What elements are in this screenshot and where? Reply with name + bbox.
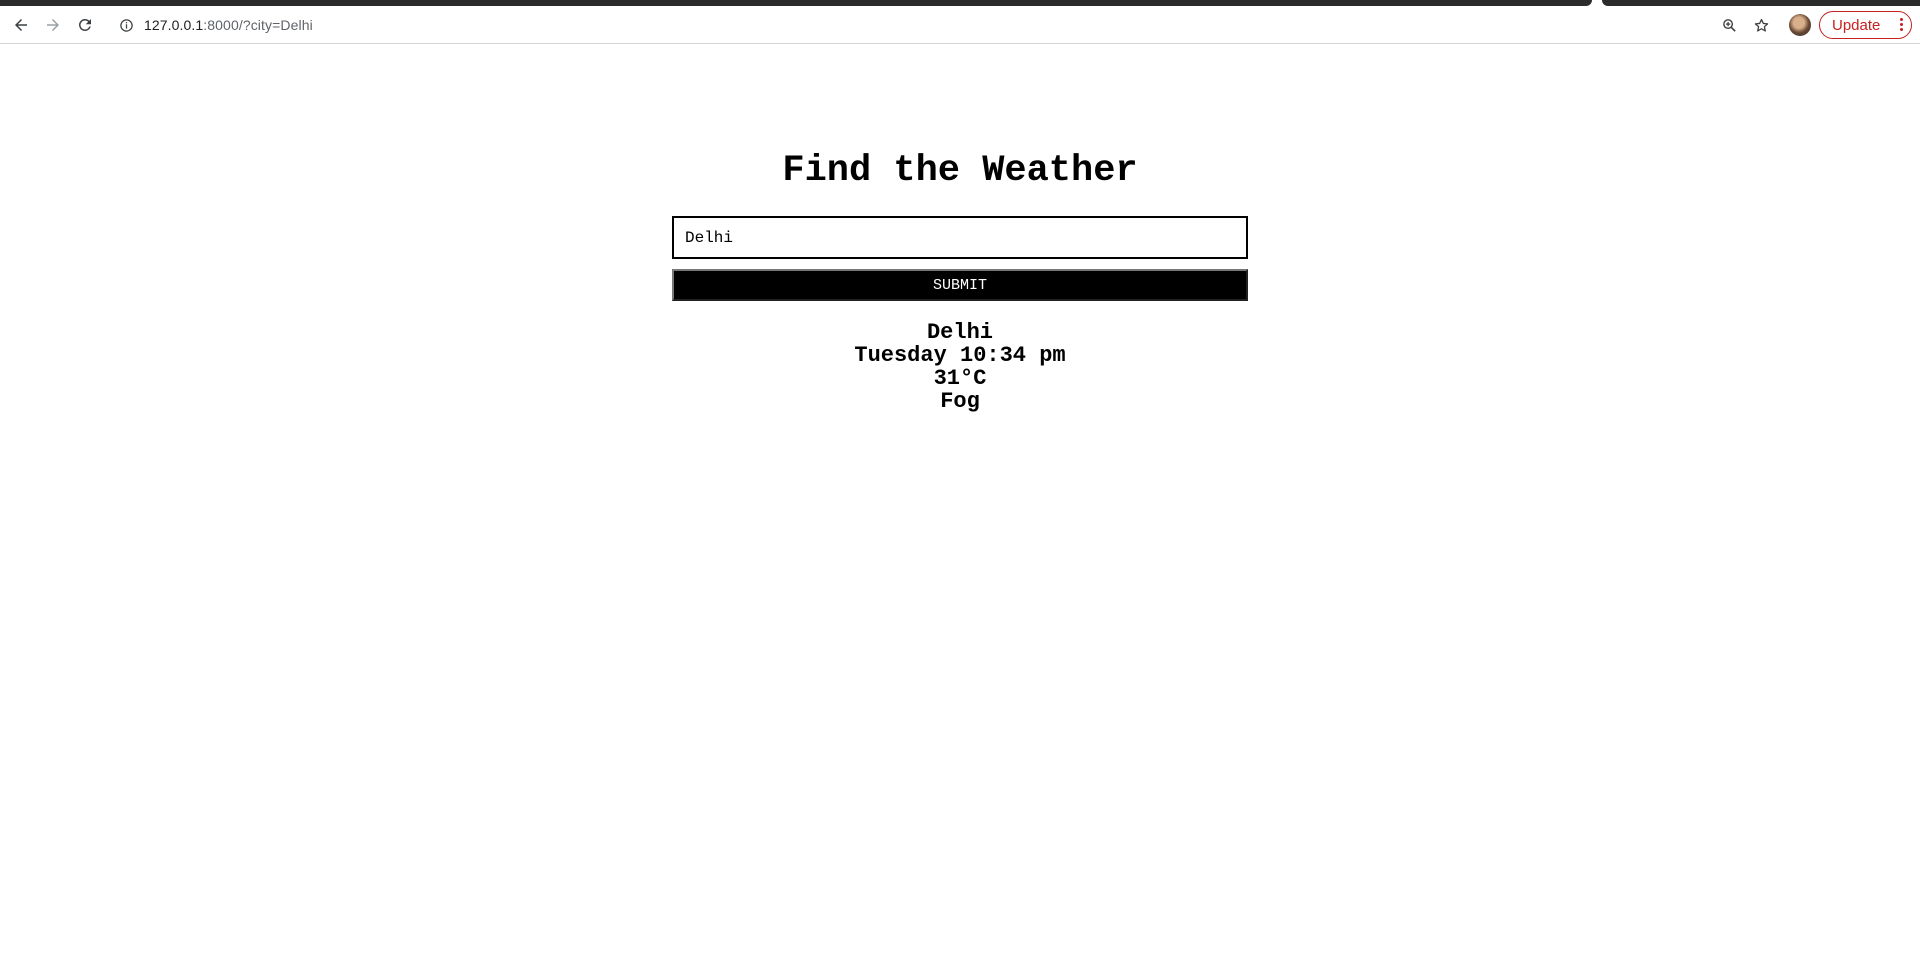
- browser-toolbar: 127.0.0.1:8000/?city=Delhi Update: [0, 6, 1920, 44]
- url-text[interactable]: 127.0.0.1:8000/?city=Delhi: [144, 17, 313, 33]
- page-content: Find the Weather SUBMIT Delhi Tuesday 10…: [0, 45, 1920, 958]
- back-button[interactable]: [7, 11, 35, 39]
- forward-arrow-icon: [47, 19, 59, 31]
- result-datetime: Tuesday 10:34 pm: [854, 343, 1066, 368]
- reload-button[interactable]: [71, 11, 99, 39]
- weather-result: Delhi Tuesday 10:34 pm 31°C Fog: [0, 321, 1920, 413]
- page-title: Find the Weather: [782, 150, 1138, 192]
- update-button[interactable]: Update: [1819, 11, 1912, 39]
- city-input[interactable]: [672, 216, 1248, 259]
- star-icon[interactable]: [1748, 12, 1774, 38]
- result-description: Fog: [940, 389, 980, 414]
- zoom-icon[interactable]: [1716, 12, 1742, 38]
- forward-button[interactable]: [39, 11, 67, 39]
- back-arrow-icon: [15, 19, 27, 31]
- site-info-icon[interactable]: [116, 15, 136, 35]
- result-city: Delhi: [926, 320, 993, 345]
- url-host: 127.0.0.1: [144, 17, 204, 33]
- kebab-menu-icon: [1900, 18, 1903, 31]
- avatar[interactable]: [1789, 14, 1811, 36]
- result-temperature: 31°C: [933, 366, 987, 391]
- submit-button[interactable]: SUBMIT: [672, 269, 1248, 301]
- url-path: :8000/?city=Delhi: [203, 17, 313, 33]
- address-bar[interactable]: 127.0.0.1:8000/?city=Delhi: [108, 9, 1788, 41]
- update-label: Update: [1832, 16, 1881, 34]
- reload-icon: [78, 18, 91, 31]
